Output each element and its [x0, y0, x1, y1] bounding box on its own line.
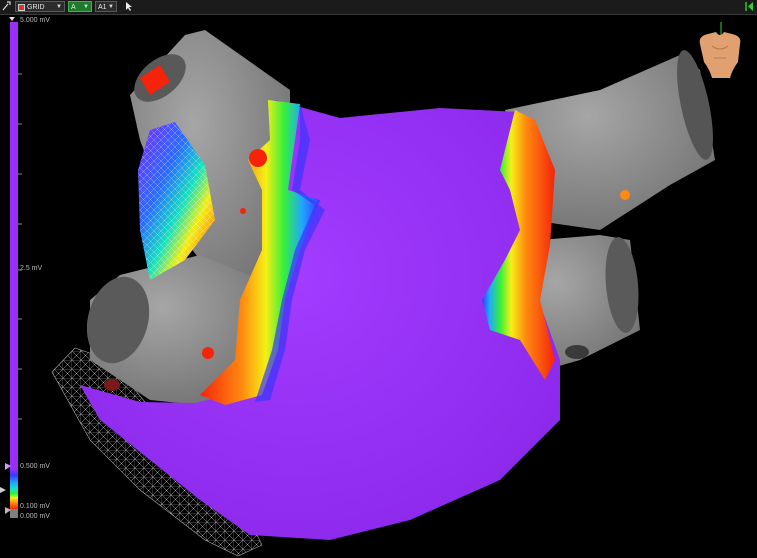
chevron-down-icon: ▼: [56, 4, 62, 10]
chevron-down-icon: ▼: [108, 4, 114, 10]
scale-bottom-label: 0.000 mV: [20, 513, 50, 520]
low-voltage-patch: [249, 149, 267, 167]
map-type-value: GRID: [27, 4, 45, 11]
sub-channel-dropdown[interactable]: A1 ▼: [95, 1, 117, 12]
low-voltage-patch: [240, 208, 246, 214]
scale-below-range-bar: [10, 509, 18, 518]
low-voltage-patch: [202, 347, 214, 359]
wrench-icon[interactable]: [2, 1, 11, 12]
scale-high-threshold-label: 0.500 mV: [20, 463, 50, 470]
scale-top-handle-icon[interactable]: [9, 17, 15, 21]
channel-dropdown[interactable]: A ▼: [68, 1, 92, 12]
torso-orientation-icon[interactable]: [690, 22, 750, 82]
scale-gradient-bar: [10, 469, 18, 509]
vein-lumen: [565, 345, 589, 359]
top-toolbar: GRID ▼ A ▼ A1 ▼: [0, 0, 757, 15]
scale-mid-label: 2.5 mV: [20, 265, 43, 272]
voltage-map-viewport[interactable]: [0, 14, 757, 558]
grid-icon: [18, 3, 25, 11]
pointer-icon[interactable]: [124, 1, 134, 12]
scale-top-label: 5.000 mV: [20, 17, 50, 24]
scale-above-range-bar: [10, 22, 18, 469]
map-type-dropdown[interactable]: GRID ▼: [15, 1, 65, 12]
low-voltage-patch: [620, 190, 630, 200]
vein-lumen: [104, 379, 120, 391]
scale-pointer-icon: [0, 487, 6, 493]
panel-toggle-icon[interactable]: [745, 1, 755, 12]
scale-low-threshold-label: 0.100 mV: [20, 503, 50, 510]
sub-channel-value: A1: [98, 4, 107, 11]
chevron-down-icon: ▼: [83, 4, 89, 10]
voltage-color-scale: 5.000 mV 2.5 mV 0.500 mV 0.100 mV 0.000 …: [0, 14, 60, 558]
channel-value: A: [71, 4, 76, 11]
